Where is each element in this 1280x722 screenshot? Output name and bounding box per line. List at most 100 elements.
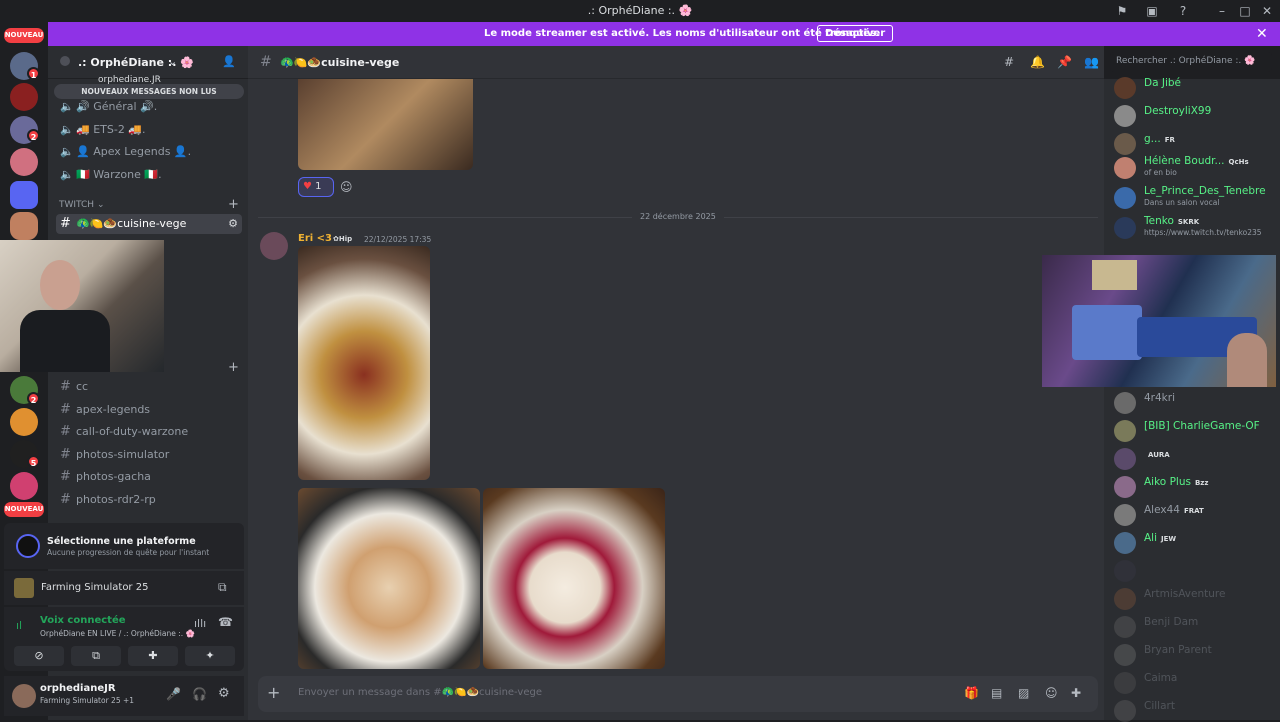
quest-title: Sélectionne une plateforme bbox=[47, 536, 196, 547]
game-activity[interactable]: Farming Simulator 25 ⧉ bbox=[4, 571, 244, 605]
voice-status[interactable]: Voix connectée bbox=[40, 615, 126, 626]
avatar bbox=[1114, 700, 1136, 722]
close-icon[interactable]: ✕ bbox=[1256, 26, 1268, 42]
search-input[interactable]: Rechercher .: OrphéDiane :. 🌸 bbox=[1110, 52, 1272, 72]
screen-icon[interactable]: ▣ bbox=[1144, 3, 1160, 19]
inbox-icon[interactable]: ⚑ bbox=[1114, 3, 1130, 19]
activities-button[interactable]: ✚ bbox=[128, 646, 178, 666]
noise-icon[interactable]: ıllı bbox=[194, 617, 206, 630]
member-name-text: Alex44 bbox=[1144, 504, 1180, 516]
apps-icon[interactable]: ✚ bbox=[1071, 686, 1081, 700]
message-composer[interactable]: + Envoyer un message dans #🦚🍋🧆cuisine-ve… bbox=[258, 676, 1098, 712]
member-item[interactable]: AURA bbox=[1114, 446, 1280, 470]
bell-icon[interactable]: 🔔 bbox=[1030, 55, 1045, 69]
date-divider: 22 décembre 2025 bbox=[632, 212, 724, 221]
server-icon[interactable] bbox=[10, 83, 38, 111]
server-icon[interactable] bbox=[10, 148, 38, 176]
invite-icon[interactable]: 👤 bbox=[222, 55, 236, 68]
member-item[interactable]: Le_Prince_Des_Tenebre Dans un salon vocal bbox=[1114, 185, 1280, 209]
gift-icon[interactable]: 🎁 bbox=[964, 686, 979, 700]
channel-photos-rdr2-rp[interactable]: # photos-rdr2-rp bbox=[56, 490, 242, 510]
help-icon[interactable]: ? bbox=[1175, 3, 1191, 19]
disable-streamer-button[interactable]: Désactiver bbox=[817, 25, 894, 42]
member-name: DestroyliX99 bbox=[1144, 105, 1211, 117]
avatar[interactable] bbox=[12, 684, 36, 708]
channel-apex-legends[interactable]: # apex-legends bbox=[56, 400, 242, 420]
camera-off-button[interactable]: ⊘ bbox=[14, 646, 64, 666]
maximize-icon[interactable]: □ bbox=[1237, 3, 1253, 19]
food-image[interactable] bbox=[298, 79, 473, 170]
add-reaction-icon[interactable]: ☺ bbox=[340, 180, 353, 194]
channel-title: 🦚🍋🧆cuisine-vege bbox=[280, 56, 400, 69]
quest-card[interactable]: Sélectionne une plateforme Aucune progre… bbox=[4, 523, 244, 569]
channel-photos-gacha[interactable]: # photos-gacha bbox=[56, 467, 242, 487]
folder-icon[interactable] bbox=[10, 181, 38, 209]
add-channel-icon[interactable]: + bbox=[228, 197, 239, 212]
member-item[interactable]: Caima bbox=[1114, 670, 1280, 694]
streamer-mode-banner: Le mode streamer est activé. Les noms d'… bbox=[48, 22, 1280, 46]
member-item[interactable]: Benji Dam bbox=[1114, 614, 1280, 638]
member-name: Cillart bbox=[1144, 700, 1175, 712]
message-input[interactable]: Envoyer un message dans #🦚🍋🧆cuisine-vege bbox=[298, 687, 542, 698]
member-item[interactable]: Hélène Boudr... QcHs of en bio bbox=[1114, 155, 1280, 179]
channel-photos-simulator[interactable]: # photos-simulator bbox=[56, 445, 242, 465]
member-item[interactable]: Cillart bbox=[1114, 698, 1280, 722]
member-item[interactable]: [BIB] CharlieGame-OF bbox=[1114, 418, 1280, 442]
server-icon[interactable] bbox=[10, 408, 38, 436]
server-icon[interactable] bbox=[10, 472, 38, 500]
member-item[interactable]: Aiko Plus Bzz bbox=[1114, 474, 1280, 498]
avatar[interactable] bbox=[260, 232, 288, 260]
members-icon[interactable]: 👥 bbox=[1084, 55, 1099, 69]
member-item[interactable]: Ali JEW bbox=[1114, 530, 1280, 554]
microphone-icon[interactable]: 🎤 bbox=[166, 687, 181, 701]
member-item[interactable]: 4r4kri bbox=[1114, 390, 1280, 414]
member-item[interactable]: Da Jibé bbox=[1114, 75, 1280, 99]
member-item[interactable]: DestroyliX99 bbox=[1114, 103, 1280, 127]
reaction-heart[interactable]: ♥ 1 bbox=[298, 177, 334, 197]
voice-channel-warzone[interactable]: 🔈 🇮🇹 Warzone 🇮🇹. bbox=[56, 165, 242, 185]
screen-share-button[interactable]: ⧉ bbox=[71, 646, 121, 666]
threads-icon[interactable]: # bbox=[1004, 55, 1014, 69]
member-item[interactable]: Alex44 FRAT bbox=[1114, 502, 1280, 526]
member-item[interactable]: g... FR bbox=[1114, 131, 1280, 155]
hash-icon: # bbox=[60, 216, 71, 231]
signal-icon[interactable]: ıl bbox=[16, 619, 22, 632]
channel-cuisine-vege[interactable]: # 🦚🍋🧆cuisine-vege ⚙ bbox=[56, 214, 242, 234]
soundboard-button[interactable]: ✦ bbox=[185, 646, 235, 666]
voice-detail[interactable]: OrphéDiane EN LIVE / .: OrphéDiane :. 🌸 bbox=[40, 629, 195, 638]
voice-channel-ets2[interactable]: 🔈 🚚 ETS-2 🚚. bbox=[56, 120, 242, 140]
gif-icon[interactable]: ▤ bbox=[991, 686, 1002, 700]
new-badge: NOUVEAU bbox=[4, 28, 44, 43]
member-item[interactable] bbox=[1114, 558, 1280, 582]
add-channel-icon[interactable]: + bbox=[228, 360, 239, 375]
member-item[interactable]: Bryan Parent bbox=[1114, 642, 1280, 666]
minimize-icon[interactable]: – bbox=[1214, 3, 1230, 19]
avatar bbox=[1114, 476, 1136, 498]
channel-call-of-duty-warzone[interactable]: # call-of-duty-warzone bbox=[56, 422, 242, 442]
disconnect-icon[interactable]: ☎ bbox=[218, 615, 233, 629]
pavlova-image[interactable] bbox=[483, 488, 665, 669]
member-item[interactable]: ArtmisAventure bbox=[1114, 586, 1280, 610]
close-window-icon[interactable]: ✕ bbox=[1259, 3, 1275, 19]
pin-icon[interactable]: 📌 bbox=[1057, 55, 1072, 69]
message-author[interactable]: Eri <3 bbox=[298, 233, 332, 244]
member-name: Alex44 FRAT bbox=[1144, 504, 1204, 516]
headphones-icon[interactable]: 🎧 bbox=[192, 687, 207, 701]
add-attachment-icon[interactable]: + bbox=[267, 683, 280, 702]
avatar bbox=[1114, 392, 1136, 414]
channel-cc[interactable]: # cc bbox=[56, 377, 242, 397]
hash-icon: # bbox=[60, 469, 71, 484]
settings-icon[interactable]: ⚙ bbox=[228, 214, 238, 234]
category-twitch[interactable]: TWITCH ⌄ bbox=[59, 200, 104, 210]
voice-channel-apex[interactable]: 🔈 👤 Apex Legends 👤. bbox=[56, 142, 242, 162]
ramen-image[interactable] bbox=[298, 488, 480, 669]
member-item[interactable]: Tenko SKRK https://www.twitch.tv/tenko235 bbox=[1114, 215, 1280, 239]
nachos-image[interactable] bbox=[298, 246, 430, 480]
username[interactable]: orphedianeJR bbox=[40, 683, 116, 694]
stream-icon[interactable]: ⧉ bbox=[218, 580, 227, 595]
emoji-icon[interactable]: ☺ bbox=[1045, 686, 1058, 700]
voice-channel-general[interactable]: 🔈 🔊 Général 🔊. bbox=[56, 97, 242, 117]
sticker-icon[interactable]: ▨ bbox=[1018, 686, 1029, 700]
server-icon-active[interactable] bbox=[10, 212, 38, 240]
user-settings-icon[interactable]: ⚙ bbox=[218, 686, 230, 701]
